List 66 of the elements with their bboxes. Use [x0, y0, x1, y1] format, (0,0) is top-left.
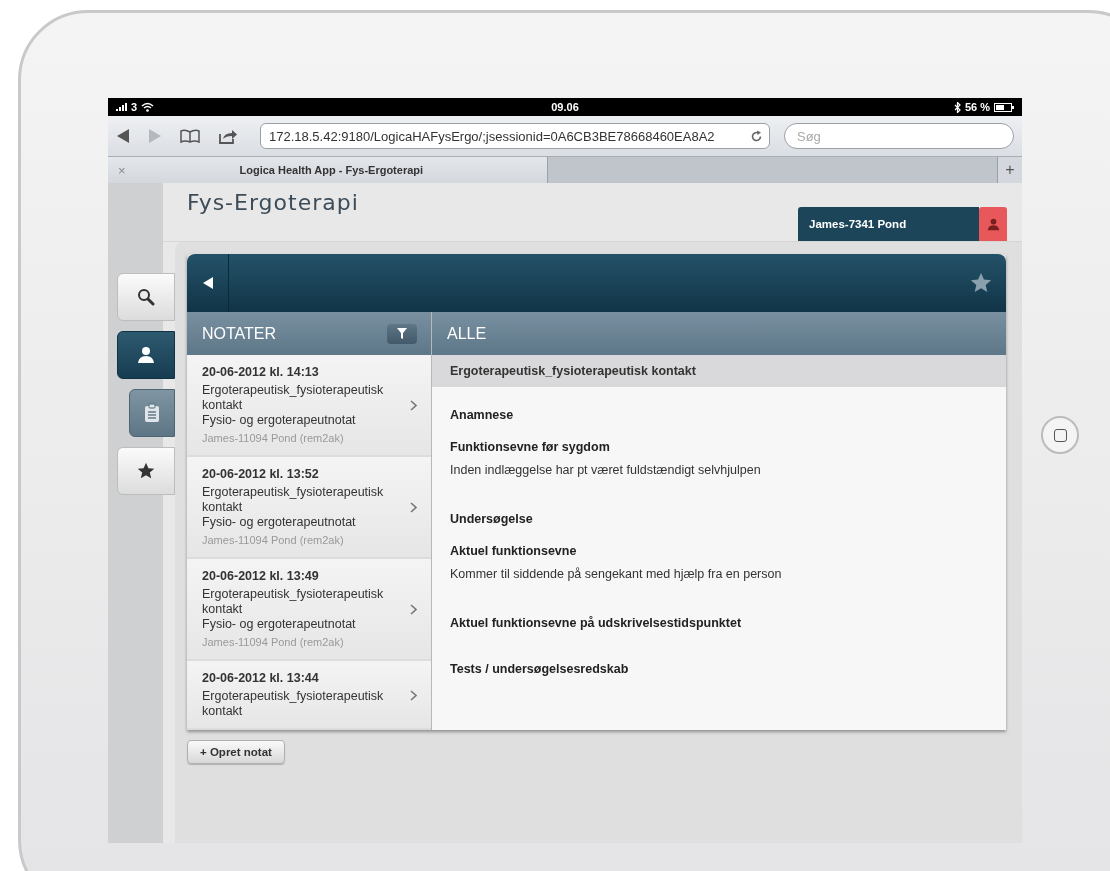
chevron-icon: [410, 604, 417, 615]
side-tab[interactable]: [117, 447, 175, 495]
star-icon: [970, 272, 992, 294]
back-arrow-icon: [202, 277, 213, 289]
app-title: Fys-Ergoterapi: [187, 189, 359, 215]
patient-button[interactable]: [979, 207, 1007, 241]
list-title: NOTATER: [202, 324, 277, 343]
note-type: Fysio- og ergoterapeutnotat: [202, 413, 357, 428]
search-icon: [137, 288, 155, 306]
side-tab[interactable]: [117, 331, 175, 379]
wifi-icon: [141, 102, 155, 112]
patient-name: James-7341 Pond: [798, 207, 979, 241]
back-arrow-icon[interactable]: [116, 129, 130, 143]
battery-percent: 56 %: [964, 101, 990, 113]
reload-icon[interactable]: [750, 129, 763, 143]
note-item[interactable]: 20-06-2012 kl. 14:13 Ergoterapeutisk_fysioterapeutisk kontakt Fysio- og ergoterapeutnotat James-11094 Pond (rem2ak): [187, 355, 431, 457]
star-icon: [137, 462, 155, 480]
browser-tab[interactable]: × Logica Health App - Fys-Ergoterapi: [108, 157, 548, 183]
filter-button[interactable]: [387, 323, 417, 344]
carrier-label: 3: [131, 101, 138, 113]
note-date: 20-06-2012 kl. 13:44: [202, 671, 320, 686]
note-date: 20-06-2012 kl. 14:13: [202, 365, 320, 380]
note-item[interactable]: 20-06-2012 kl. 13:52 Ergoterapeutisk_fysioterapeutisk kontakt Fysio- og ergoterapeutnotat James-11094 Pond (rem2ak): [187, 457, 431, 559]
new-tab-button[interactable]: +: [998, 157, 1022, 183]
search-field[interactable]: Søg: [784, 123, 1014, 149]
person-icon: [986, 217, 1000, 231]
note-date: 20-06-2012 kl. 13:49: [202, 569, 320, 584]
document-title: Ergoterapeutisk_fysioterapeutisk kontakt: [432, 355, 1006, 387]
note-subject: Ergoterapeutisk_fysioterapeutisk kontakt: [202, 485, 385, 515]
chevron-icon: [410, 689, 417, 701]
favorite-button[interactable]: [970, 272, 992, 294]
clock-time: 09.06: [551, 101, 579, 113]
chevron-icon: [410, 502, 417, 513]
note-subject: Ergoterapeutisk_fysioterapeutisk kontakt: [202, 587, 385, 617]
battery-icon: [994, 102, 1014, 112]
note-author: James-11094 Pond (rem2ak): [202, 635, 345, 650]
section-heading: Undersøgelse: [450, 512, 534, 526]
create-note-button[interactable]: + Opret notat: [187, 740, 285, 764]
note-subject: Ergoterapeutisk_fysioterapeutisk kontakt: [202, 689, 385, 719]
section-heading: Funktionsevne før sygdom: [450, 440, 611, 454]
content-title: ALLE: [447, 324, 487, 343]
side-tab[interactable]: [117, 273, 175, 321]
signal-icon: [116, 103, 127, 111]
note-item[interactable]: 20-06-2012 kl. 13:44 Ergoterapeutisk_fysioterapeutisk kontakt: [187, 661, 431, 730]
clipboard-icon: [144, 403, 160, 423]
bluetooth-icon: [953, 101, 961, 113]
note-type: Fysio- og ergoterapeutnotat: [202, 515, 357, 530]
section-heading: Tests / undersøgelsesredskab: [450, 662, 630, 676]
section-heading: Anamnese: [450, 408, 515, 422]
share-icon[interactable]: [218, 128, 238, 144]
section-heading: Aktuel funktionsevne: [450, 544, 578, 558]
note-type: Fysio- og ergoterapeutnotat: [202, 617, 357, 632]
address-field[interactable]: 172.18.5.42:9180/LogicaHAFysErgo/;jsessionid=0A6CB3BE78668460EA8A2: [260, 123, 770, 149]
note-item[interactable]: 20-06-2012 kl. 13:49 Ergoterapeutisk_fysioterapeutisk kontakt Fysio- og ergoterapeutnotat James-11094 Pond (rem2ak): [187, 559, 431, 661]
person-icon: [137, 346, 155, 364]
filter-icon: [397, 328, 407, 339]
section-text: Kommer til siddende på sengekant med hjælp fra en person: [450, 567, 783, 581]
note-author: James-11094 Pond (rem2ak): [202, 533, 345, 548]
chevron-icon: [410, 400, 417, 411]
home-button[interactable]: [1041, 416, 1079, 454]
section-heading: Aktuel funktionsevne på udskrivelsestidspunktet: [450, 616, 743, 630]
note-date: 20-06-2012 kl. 13:52: [202, 467, 320, 482]
book-icon[interactable]: [180, 129, 200, 143]
section-text: Inden indlæggelse har pt været fuldstændigt selvhjulpen: [450, 463, 762, 477]
note-author: James-11094 Pond (rem2ak): [202, 431, 345, 446]
note-subject: Ergoterapeutisk_fysioterapeutisk kontakt: [202, 383, 385, 413]
